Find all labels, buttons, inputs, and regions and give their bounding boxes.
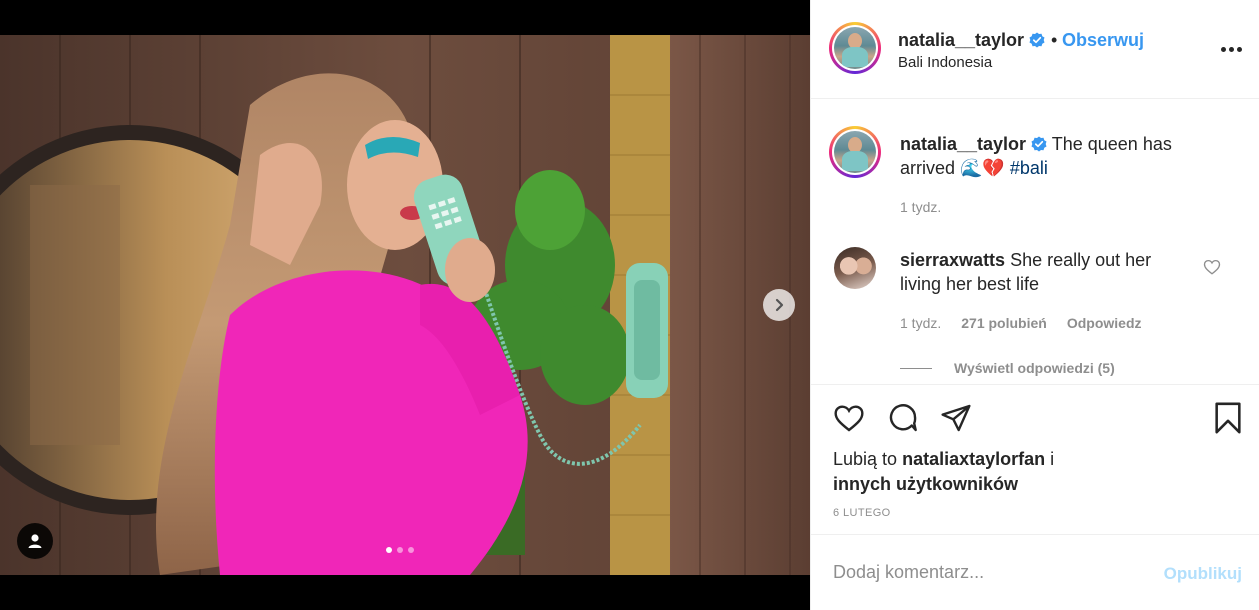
post-actions: Lubią to nataliaxtaylorfan i innych użyt… — [811, 384, 1259, 534]
verified-badge-icon — [1029, 32, 1045, 48]
comment-item: sierraxwatts She really out her living h… — [900, 248, 1190, 296]
comment-username[interactable]: sierraxwatts — [900, 250, 1005, 270]
reply-button[interactable]: Odpowiedz — [1067, 315, 1142, 331]
author-avatar-image — [834, 27, 876, 69]
more-horizontal-icon — [1220, 46, 1226, 52]
post-modal: natalia__taylor • Obserwuj Bali Indonesi… — [0, 0, 1259, 610]
view-replies-label: Wyświetl odpowiedzi (5) — [954, 360, 1115, 376]
post-side-panel: natalia__taylor • Obserwuj Bali Indonesi… — [810, 0, 1259, 610]
media-area — [0, 0, 810, 610]
likes-summary: Lubią to nataliaxtaylorfan i innych użyt… — [833, 447, 1133, 497]
replies-divider — [900, 367, 932, 369]
user-icon — [28, 534, 42, 548]
post-date[interactable]: 6 LUTEGO — [833, 507, 891, 519]
publish-button[interactable]: Opublikuj — [1164, 564, 1242, 584]
caption-username[interactable]: natalia__taylor — [900, 134, 1026, 154]
post-location[interactable]: Bali Indonesia — [898, 54, 992, 71]
post-caption: natalia__taylor The queen has arrived 🌊💔… — [900, 132, 1200, 180]
comment-likes-count[interactable]: 271 polubień — [961, 315, 1047, 331]
comment-meta: 1 tydz. 271 polubień Odpowiedz — [900, 315, 1142, 331]
carousel-dot — [408, 547, 414, 553]
caption-author-avatar-image — [834, 131, 876, 173]
bookmark-icon[interactable] — [1213, 401, 1243, 435]
verified-badge-icon — [1031, 136, 1047, 152]
caption-author-avatar[interactable] — [829, 126, 881, 178]
author-username[interactable]: natalia__taylor — [898, 30, 1024, 50]
carousel-dot — [386, 547, 392, 553]
author-avatar[interactable] — [829, 22, 881, 74]
likes-suffix: i — [1050, 449, 1055, 469]
comment-timestamp[interactable]: 1 tydz. — [900, 315, 941, 331]
commenter-avatar[interactable] — [834, 247, 876, 289]
likes-prefix: Lubią to — [833, 449, 898, 469]
carousel-next-button[interactable] — [763, 289, 795, 321]
view-replies-button[interactable]: Wyświetl odpowiedzi (5) — [900, 360, 1115, 376]
paper-plane-icon[interactable] — [940, 402, 972, 434]
comment-bubble-icon[interactable] — [887, 402, 919, 434]
add-comment-section: Opublikuj — [811, 534, 1259, 610]
caption-hashtag[interactable]: #bali — [1010, 158, 1048, 178]
heart-icon[interactable] — [833, 402, 865, 434]
comment-input[interactable] — [833, 562, 1133, 583]
tagged-users-button[interactable] — [17, 523, 53, 559]
likes-user-link[interactable]: nataliaxtaylorfan — [902, 449, 1045, 469]
header-separator: • — [1051, 30, 1058, 50]
carousel-dot — [397, 547, 403, 553]
more-options-button[interactable] — [1216, 37, 1246, 61]
chevron-right-icon — [775, 298, 784, 312]
follow-button[interactable]: Obserwuj — [1062, 30, 1144, 51]
comment-like-heart-icon[interactable] — [1203, 258, 1221, 276]
likes-others-link[interactable]: innych użytkowników — [833, 474, 1018, 494]
author-username-row[interactable]: natalia__taylor — [898, 30, 1045, 51]
carousel-indicator — [386, 547, 414, 553]
post-photo[interactable] — [0, 35, 810, 575]
caption-timestamp[interactable]: 1 tydz. — [900, 199, 941, 215]
post-header: natalia__taylor • Obserwuj Bali Indonesi… — [811, 0, 1259, 99]
